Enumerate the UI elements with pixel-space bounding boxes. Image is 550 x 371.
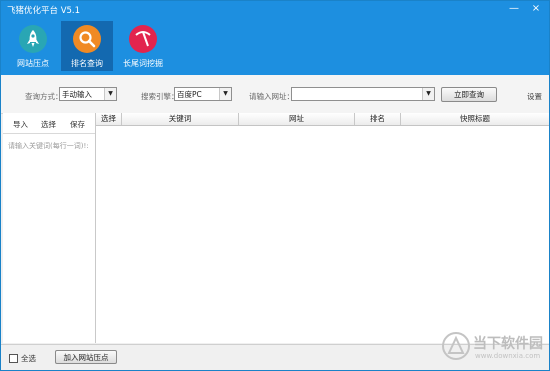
query-method-select[interactable]: 手动输入 ▼: [59, 87, 117, 101]
engine-select[interactable]: 百度PC ▼: [174, 87, 232, 101]
column-snapshot-title[interactable]: 快照标题: [401, 113, 549, 125]
rocket-icon: [19, 25, 47, 53]
column-select[interactable]: 选择: [96, 113, 122, 125]
select-all-label: 全选: [21, 354, 36, 363]
keyword-panel: 导入 选择 保存 请输入关键词(每行一词)!:: [3, 113, 96, 343]
column-rank[interactable]: 排名: [355, 113, 401, 125]
chevron-down-icon: ▼: [422, 88, 434, 100]
save-tab[interactable]: 保存: [70, 119, 85, 130]
column-keyword[interactable]: 关键词: [122, 113, 239, 125]
watermark-url: www.downxia.com: [475, 352, 541, 360]
keyword-input[interactable]: 请输入关键词(每行一词)!:: [8, 141, 89, 151]
nav-label: 长尾词挖掘: [123, 59, 163, 68]
pickaxe-icon: [129, 25, 157, 53]
add-to-boost-button[interactable]: 加入网站压点: [55, 350, 117, 364]
nav-label: 排名查询: [71, 59, 103, 68]
select-all-checkbox[interactable]: [9, 354, 18, 363]
table-header: 选择 关键词 网址 排名 快照标题: [96, 113, 549, 126]
query-toolbar: 查询方式： 手动输入 ▼ 搜索引擎： 百度PC ▼ 请输入网址： ▼ 立即查询 …: [1, 75, 549, 114]
query-method-value: 手动输入: [62, 90, 92, 99]
import-tab[interactable]: 导入: [13, 119, 28, 130]
chevron-down-icon: ▼: [104, 88, 116, 100]
divider: [3, 133, 95, 134]
query-method-label: 查询方式：: [25, 92, 63, 101]
column-url[interactable]: 网址: [239, 113, 355, 125]
engine-label: 搜索引擎：: [141, 92, 179, 101]
watermark-text: 当下软件园: [473, 336, 543, 352]
nav-label: 网站压点: [17, 59, 49, 68]
window-title: 飞猪优化平台 V5.1: [7, 6, 81, 16]
url-label: 请输入网址：: [249, 92, 294, 101]
engine-value: 百度PC: [177, 90, 202, 99]
nav-site-boost[interactable]: 网站压点: [7, 21, 59, 71]
minimize-button[interactable]: —: [505, 1, 523, 17]
header-bar: 飞猪优化平台 V5.1 — × 网站压点 排名查询 长尾词挖掘: [1, 1, 549, 75]
nav-rank-query[interactable]: 排名查询: [61, 21, 113, 71]
watermark: 当下软件园 www.downxia.com: [441, 331, 547, 367]
watermark-logo-icon: [442, 332, 470, 360]
settings-link[interactable]: 设置: [527, 91, 542, 102]
select-tab[interactable]: 选择: [41, 119, 56, 130]
query-now-button[interactable]: 立即查询: [441, 87, 497, 102]
close-button[interactable]: ×: [527, 1, 545, 17]
results-table: 选择 关键词 网址 排名 快照标题: [96, 113, 549, 343]
app-window: 飞猪优化平台 V5.1 — × 网站压点 排名查询 长尾词挖掘 查询方式： 手动…: [0, 0, 550, 371]
magnifier-icon: [73, 25, 101, 53]
chevron-down-icon: ▼: [219, 88, 231, 100]
nav-longtail-mining[interactable]: 长尾词挖掘: [117, 21, 169, 71]
url-combobox[interactable]: ▼: [291, 87, 435, 101]
